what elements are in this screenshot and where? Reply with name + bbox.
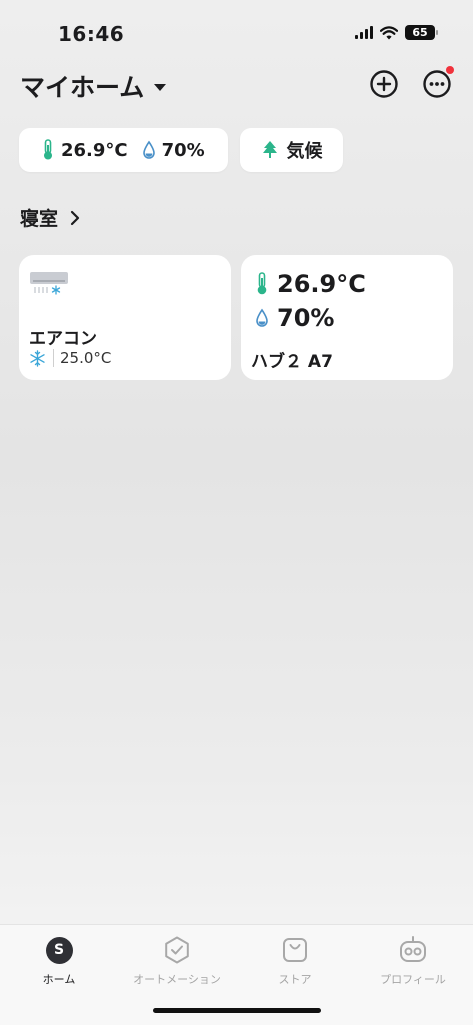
robot-face-icon (400, 936, 426, 962)
tree-icon (262, 141, 277, 158)
snowflake-icon (30, 349, 45, 367)
caret-down-icon (154, 84, 167, 91)
notification-dot (446, 66, 454, 74)
tab-store[interactable]: ストア (236, 933, 354, 987)
wifi-icon (380, 25, 398, 39)
tab-profile[interactable]: プロフィール (354, 933, 472, 987)
ac-setpoint: 25.0°C (60, 349, 112, 367)
summary-humidity: 70% (161, 139, 205, 161)
status-bar: 16:46 65 (0, 0, 473, 60)
tab-home[interactable]: S ホーム (0, 933, 118, 987)
tab-label: オートメーション (133, 973, 221, 986)
air-conditioner-icon (30, 272, 68, 295)
thermometer-icon (44, 139, 52, 160)
climate-chip[interactable]: 気候 (240, 128, 343, 172)
hub-temperature-row: 26.9°C (255, 270, 366, 298)
summary-temperature: 26.9°C (61, 139, 128, 161)
device-name: エアコン (29, 329, 97, 349)
room-link-bedroom[interactable]: 寝室 (20, 204, 80, 231)
plus-circle-icon (370, 70, 398, 98)
add-button[interactable] (369, 69, 399, 99)
check-badge-icon (165, 936, 189, 964)
status-time: 16:46 (58, 22, 125, 46)
shopping-bag-icon (283, 938, 307, 962)
water-drop-icon (256, 308, 268, 327)
tab-label: プロフィール (380, 973, 446, 986)
water-drop-icon (142, 140, 155, 159)
room-name: 寝室 (20, 208, 59, 230)
device-card-aircon[interactable]: エアコン 25.0°C (19, 255, 231, 380)
header: マイホーム (0, 60, 473, 110)
battery-icon: 65 (405, 25, 438, 40)
hub-humidity-row: 70% (255, 304, 334, 332)
thermometer-icon (257, 272, 267, 295)
tab-automation[interactable]: オートメーション (118, 933, 236, 987)
environment-summary-chip[interactable]: 26.9°C 70% (19, 128, 228, 172)
hub-humidity: 70% (277, 304, 335, 332)
cellular-signal-icon (355, 26, 373, 39)
home-title: マイホーム (20, 73, 145, 102)
tab-label: ストア (278, 973, 312, 986)
chevron-right-icon (70, 210, 80, 225)
device-card-hub[interactable]: 26.9°C 70% ハブ２ A7 (241, 255, 453, 380)
climate-label: 気候 (286, 141, 323, 162)
divider (53, 349, 54, 367)
home-indicator[interactable] (153, 1008, 321, 1013)
ac-mode-row: 25.0°C (29, 349, 111, 367)
tab-label: ホーム (42, 973, 76, 986)
device-name: ハブ２ A7 (251, 352, 333, 372)
more-button[interactable] (422, 66, 454, 99)
home-selector[interactable]: マイホーム (20, 68, 167, 104)
hub-temperature: 26.9°C (277, 270, 366, 298)
home-s-icon: S (45, 936, 73, 964)
status-icons: 65 (355, 25, 438, 40)
